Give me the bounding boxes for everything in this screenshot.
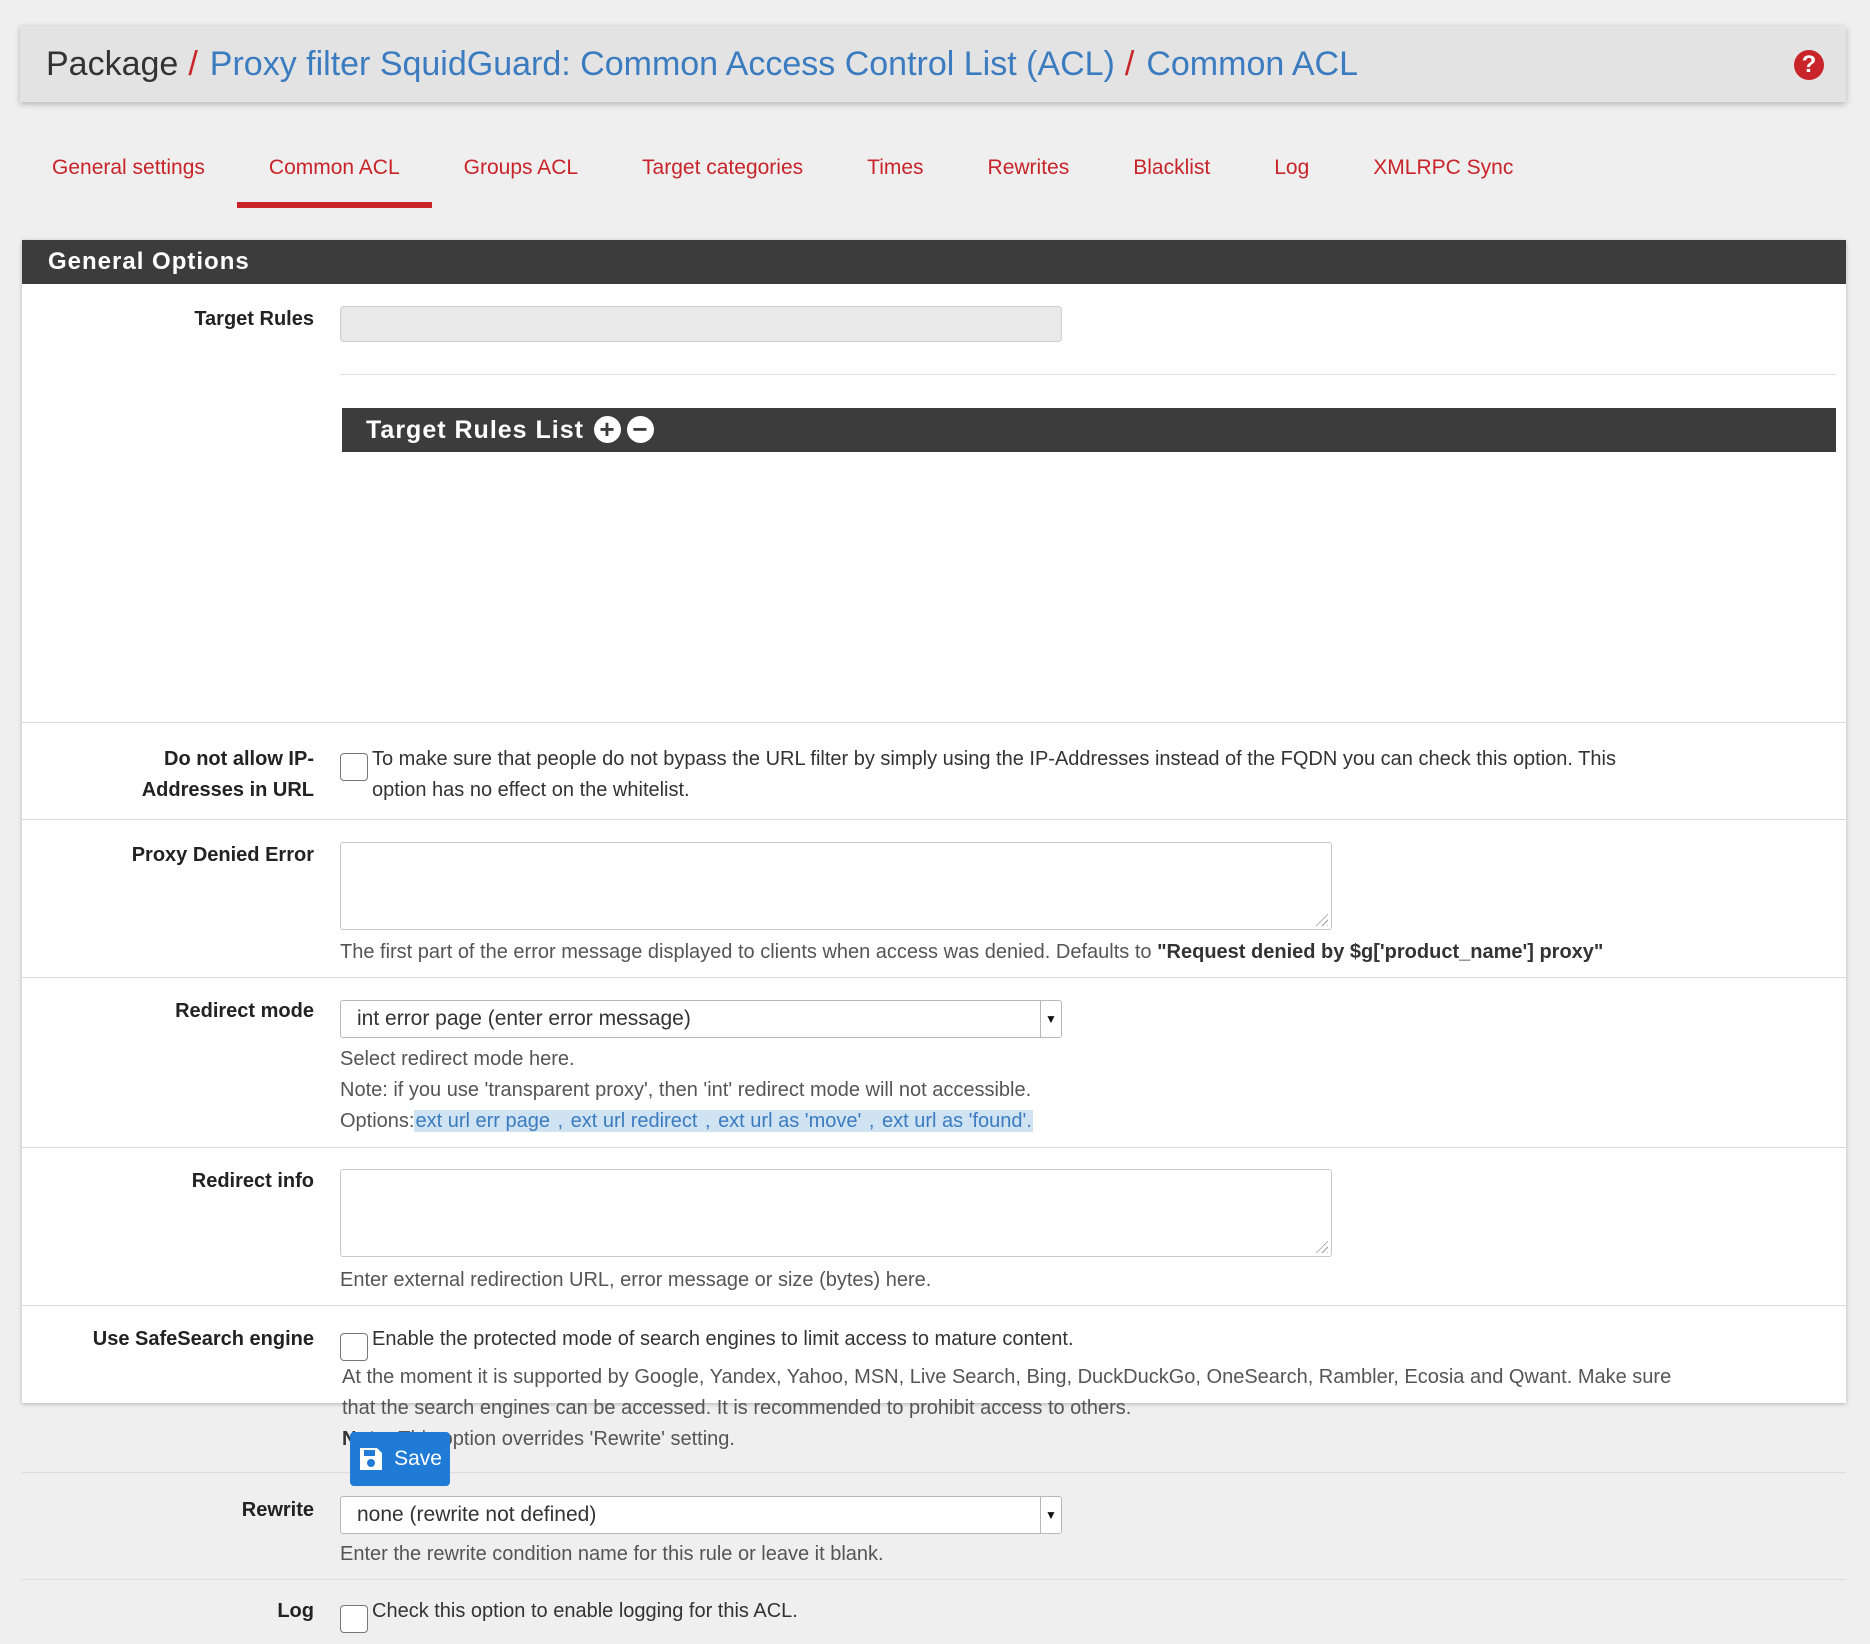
log-row: Log Check this option to enable logging … [22,1579,1846,1644]
plus-circle-icon[interactable]: + [593,415,621,443]
no-ip-text-line1: To make sure that people do not bypass t… [372,748,1616,770]
tab-target-categories[interactable]: Target categories [610,132,835,208]
rewrite-row: Rewrite none (rewrite not defined) ▼ Ent… [22,1472,1846,1580]
divider [340,374,1836,375]
options-separator: , [551,1110,570,1132]
resize-handle-icon[interactable] [1314,1239,1328,1253]
no-ip-text-line2: option has no effect on the whitelist. [372,779,690,801]
redirect-mode-help-line2: Note: if you use 'transparent proxy', th… [340,1079,1032,1101]
options-separator: , [698,1110,718,1132]
no-ip-label-line2: Addresses in URL [141,779,314,801]
breadcrumb-root: Package [46,44,179,83]
safesearch-help-line2: that the search engines can be accessed.… [342,1397,1132,1419]
rewrite-select[interactable]: none (rewrite not defined) ▼ [340,1496,1062,1534]
target-rules-row: Target Rules Target Rules List + − [22,284,1846,722]
option-ext-url-err-page[interactable]: ext url err page [414,1110,551,1132]
resize-handle-icon[interactable] [1314,912,1328,926]
proxy-denied-label: Proxy Denied Error [131,844,314,866]
no-ip-description: To make sure that people do not bypass t… [372,744,1616,806]
option-ext-url-redirect[interactable]: ext url redirect [569,1110,699,1132]
target-rules-list-title: Target Rules List [366,416,584,444]
breadcrumb-separator: / [1124,44,1135,83]
target-rules-list-header: Target Rules List + − [342,408,1836,452]
chevron-down-icon: ▼ [1040,1497,1061,1533]
minus-circle-icon[interactable]: − [626,415,654,443]
redirect-mode-label: Redirect mode [175,1000,314,1022]
tab-general-settings[interactable]: General settings [20,132,237,208]
no-ip-checkbox[interactable] [340,753,368,781]
options-separator: , [862,1110,881,1132]
no-ip-label-line1: Do not allow IP- [164,748,314,770]
proxy-denied-textarea[interactable] [340,842,1332,930]
rewrite-label: Rewrite [241,1499,314,1521]
log-checkbox[interactable] [340,1605,368,1633]
tab-groups-acl[interactable]: Groups ACL [432,132,610,208]
redirect-mode-help: Select redirect mode here. Note: if you … [340,1044,1033,1137]
redirect-info-label: Redirect info [191,1170,314,1192]
no-ip-label: Do not allow IP- Addresses in URL [34,744,314,806]
floppy-disk-icon [360,1448,383,1470]
tab-times[interactable]: Times [835,132,955,208]
breadcrumb-separator: / [188,44,198,83]
options-prefix: Options: [340,1110,415,1132]
safesearch-checkbox[interactable] [340,1333,368,1361]
option-ext-url-move[interactable]: ext url as 'move' [717,1110,863,1132]
redirect-mode-help-line1: Select redirect mode here. [340,1048,575,1070]
log-label: Log [277,1600,314,1622]
tab-blacklist[interactable]: Blacklist [1101,132,1242,208]
question-circle-icon[interactable]: ? [1794,50,1824,80]
redirect-info-row: Redirect info Enter external redirection… [22,1147,1846,1306]
panel-title: General Options [22,240,1846,284]
safesearch-note: Note: This option overrides 'Rewrite' se… [342,1424,1671,1455]
target-rules-label: Target Rules [194,308,314,330]
save-button[interactable]: Save [350,1432,450,1486]
tab-xmlrpc-sync[interactable]: XMLRPC Sync [1341,132,1545,208]
proxy-denied-row: Proxy Denied Error The first part of the… [22,819,1846,978]
log-text: Check this option to enable logging for … [372,1600,798,1622]
breadcrumb: Package / Proxy filter SquidGuard: Commo… [20,26,1846,102]
rewrite-value: none (rewrite not defined) [357,1503,597,1526]
tab-bar: General settings Common ACL Groups ACL T… [20,132,1545,208]
no-ip-row: Do not allow IP- Addresses in URL To mak… [22,722,1846,820]
redirect-mode-select[interactable]: int error page (enter error message) ▼ [340,1000,1062,1038]
breadcrumb-link-common-acl[interactable]: Common ACL [1146,45,1358,84]
proxy-denied-help-text: The first part of the error message disp… [340,941,1158,963]
tab-log[interactable]: Log [1242,132,1341,208]
breadcrumb-link-acl[interactable]: Proxy filter SquidGuard: Common Access C… [210,45,1115,84]
redirect-info-help: Enter external redirection URL, error me… [340,1269,932,1291]
general-options-panel: General Options Target Rules Target Rule… [22,240,1846,1633]
redirect-mode-options: Options:ext url err page , ext url redir… [340,1106,1033,1137]
safesearch-text: Enable the protected mode of search engi… [372,1328,1074,1350]
safesearch-help: At the moment it is supported by Google,… [342,1362,1671,1455]
redirect-mode-row: Redirect mode int error page (enter erro… [22,977,1846,1148]
chevron-down-icon: ▼ [1040,1001,1061,1037]
option-ext-url-found[interactable]: ext url as 'found'. [880,1110,1033,1132]
tab-common-acl[interactable]: Common ACL [236,132,432,208]
redirect-info-textarea[interactable] [340,1169,1332,1257]
safesearch-row: Use SafeSearch engine Enable the protect… [22,1305,1846,1473]
tab-rewrites[interactable]: Rewrites [956,132,1102,208]
redirect-mode-value: int error page (enter error message) [357,1007,691,1030]
target-rules-input[interactable] [340,306,1062,342]
save-button-label: Save [394,1447,442,1470]
proxy-denied-help: The first part of the error message disp… [340,937,1603,968]
safesearch-help-line1: At the moment it is supported by Google,… [342,1366,1672,1388]
safesearch-label: Use SafeSearch engine [92,1328,314,1350]
rewrite-help: Enter the rewrite condition name for thi… [340,1543,884,1565]
proxy-denied-default: "Request denied by $g['product_name'] pr… [1157,941,1604,963]
